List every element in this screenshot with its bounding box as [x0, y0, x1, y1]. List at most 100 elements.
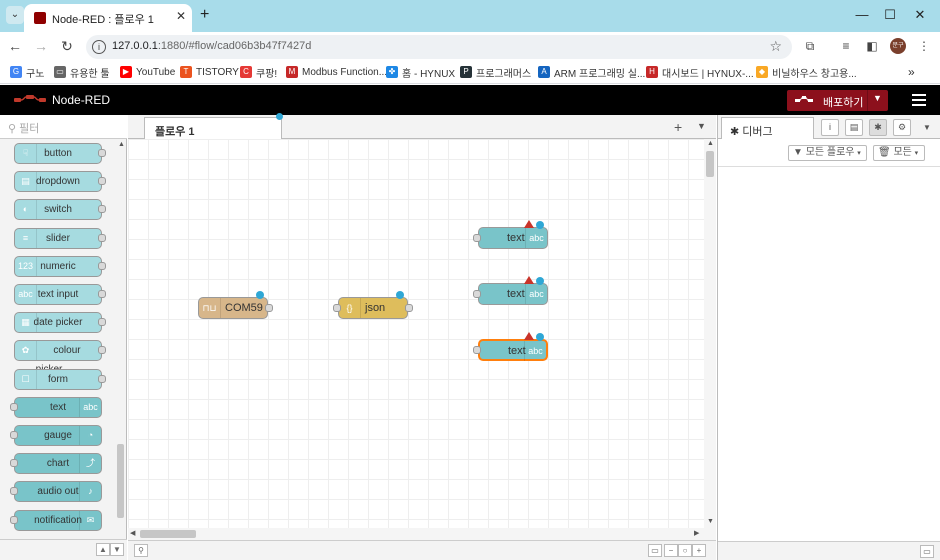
sidebar-menu-icon[interactable]: ▼: [923, 123, 931, 132]
bookmark-item[interactable]: C 쿠팡!: [240, 65, 278, 80]
help-tab-button[interactable]: ▤: [845, 119, 863, 136]
maximize-button[interactable]: ☐: [880, 6, 900, 24]
bookmark-item[interactable]: T TISTORY: [180, 65, 239, 79]
output-port[interactable]: [265, 304, 273, 312]
bookmark-label: ARM 프로그래밍 실...: [554, 68, 646, 80]
more-bookmarks-icon[interactable]: »: [908, 65, 915, 79]
close-window-button[interactable]: ✕: [910, 6, 930, 24]
profile-avatar[interactable]: 문구: [890, 38, 906, 54]
clear-messages-dropdown[interactable]: 🗑 모든 ▾: [873, 145, 925, 161]
palette-node[interactable]: ✿colour picker: [14, 340, 102, 375]
bookmark-label: Modbus Function...: [302, 66, 388, 78]
flow-node-ui-text[interactable]: abc text: [478, 227, 548, 249]
bookmark-item[interactable]: ◆ 비닐하우스 창고용...: [756, 65, 857, 80]
palette-node[interactable]: ☟ button: [14, 143, 102, 164]
browser-menu-icon[interactable]: ⋮: [916, 38, 932, 54]
node-port: [98, 205, 106, 214]
node-palette: ⚲ 필터 ☟ button ▤ dropdown ◐ switch ≡ slider 123 nu…: [0, 115, 127, 560]
debug-tab-button[interactable]: ✱: [869, 119, 887, 136]
new-tab-button[interactable]: +: [200, 6, 216, 24]
bookmark-favicon-icon: M: [286, 66, 298, 78]
navigator-button[interactable]: ▭: [648, 544, 662, 557]
output-port[interactable]: [405, 304, 413, 312]
palette-node[interactable]: abc text input: [14, 284, 102, 305]
flow-canvas[interactable]: ⊓⊔ COM59 {} json abc text abc text abc text: [128, 139, 704, 528]
expand-all-button[interactable]: ▼: [110, 543, 124, 556]
open-debug-window-button[interactable]: ▭: [920, 545, 934, 558]
palette-node[interactable]: ◔ gauge: [14, 425, 102, 446]
bookmark-item[interactable]: G 구노: [10, 65, 44, 80]
add-flow-button[interactable]: +: [674, 119, 682, 135]
palette-node[interactable]: ✉ notification: [14, 509, 102, 531]
bug-icon: ✱: [730, 126, 740, 138]
palette-node-label: form: [48, 373, 68, 385]
bookmark-item[interactable]: H 대시보드 | HYNUX-...: [646, 65, 754, 80]
node-type-icon: ⤴: [79, 454, 101, 474]
palette-node[interactable]: ◐ switch: [14, 199, 102, 221]
palette-node[interactable]: 123 numeric: [14, 255, 102, 277]
search-flows-button[interactable]: ⚲: [134, 544, 148, 557]
palette-node[interactable]: ☐ form: [14, 368, 102, 390]
canvas-hscroll-thumb[interactable]: [140, 530, 196, 538]
node-type-icon: ≡: [15, 228, 37, 248]
zoom-out-button[interactable]: −: [664, 544, 678, 557]
palette-node-label: slider: [46, 232, 70, 244]
close-tab-icon[interactable]: ✕: [176, 9, 186, 23]
palette-filter-input[interactable]: ⚲ 필터: [0, 115, 127, 139]
node-changed-dot: [536, 333, 544, 341]
tab-flow-1[interactable]: 플로우 1: [144, 117, 282, 140]
bookmark-star-icon[interactable]: ☆: [769, 38, 782, 55]
flow-node-json[interactable]: {} json: [338, 297, 408, 319]
tab-search-icon[interactable]: ⌄: [6, 6, 24, 24]
info-tab-button[interactable]: i: [821, 119, 839, 136]
palette-node[interactable]: ▦ date picker: [14, 312, 102, 334]
flow-node-ui-text[interactable]: abc text: [478, 339, 548, 361]
input-port[interactable]: [473, 290, 481, 298]
collapse-all-button[interactable]: ▲: [96, 543, 110, 556]
bookmark-item[interactable]: M Modbus Function...: [286, 65, 387, 79]
flow-list-icon[interactable]: ▼: [697, 121, 706, 131]
media-control-icon[interactable]: ≡: [838, 38, 854, 54]
input-port[interactable]: [333, 304, 341, 312]
canvas-horizontal-scrollbar[interactable]: ◀ ▶: [128, 528, 716, 540]
site-info-icon[interactable]: i: [92, 40, 106, 54]
node-type-icon: {}: [339, 298, 361, 318]
palette-node[interactable]: abc text: [14, 396, 102, 418]
palette-node[interactable]: ▤ dropdown: [14, 171, 102, 193]
palette-node[interactable]: ≡ slider: [14, 227, 102, 249]
browser-tab-title: Node-RED : 플로우 1: [52, 14, 154, 26]
extensions-icon[interactable]: ⧉: [802, 38, 818, 54]
minimize-button[interactable]: —: [852, 6, 872, 24]
address-bar[interactable]: i 127.0.0.1:1880/#flow/cad06b3b47f7427d …: [86, 35, 792, 59]
tab-debug[interactable]: ✱ 디버그: [721, 117, 814, 140]
deploy-button[interactable]: 배포하기 ▼: [787, 90, 888, 111]
main-menu-icon[interactable]: [912, 94, 926, 106]
bookmark-item[interactable]: P 프로그래머스: [460, 65, 531, 80]
zoom-reset-button[interactable]: ○: [678, 544, 692, 557]
forward-button[interactable]: →: [32, 37, 50, 55]
bookmark-label: 쿠팡!: [256, 68, 278, 80]
bookmark-item[interactable]: A ARM 프로그래밍 실...: [538, 65, 646, 80]
palette-scrollbar[interactable]: ▲: [115, 139, 127, 519]
debug-filter-dropdown[interactable]: ▼ 모든 플로우 ▾: [788, 145, 867, 161]
bookmark-item[interactable]: ▭ 유용한 툴: [54, 65, 110, 80]
canvas-vscroll-thumb[interactable]: [706, 151, 714, 177]
bookmark-item[interactable]: ✤ 홈 - HYNUX: [386, 65, 455, 80]
flow-node-serial-in[interactable]: ⊓⊔ COM59: [198, 297, 268, 319]
zoom-in-button[interactable]: +: [692, 544, 706, 557]
input-port[interactable]: [473, 346, 481, 354]
canvas-vertical-scrollbar[interactable]: ▲ ▼: [704, 139, 716, 528]
back-button[interactable]: ←: [6, 37, 24, 55]
browser-tab[interactable]: Node-RED : 플로우 1 ✕: [24, 4, 192, 32]
config-tab-button[interactable]: ⚙: [893, 119, 911, 136]
bookmark-item[interactable]: ▶ YouTube: [120, 65, 175, 79]
flow-workspace: 플로우 1 + ▼ ⊓⊔ COM59 {} json abc text abc text abc…: [128, 113, 716, 560]
side-panel-icon[interactable]: ◧: [864, 38, 880, 54]
input-port[interactable]: [473, 234, 481, 242]
flow-node-ui-text[interactable]: abc text: [478, 283, 548, 305]
palette-node[interactable]: ⤴ chart: [14, 453, 102, 475]
deploy-options-icon[interactable]: ▼: [873, 93, 882, 103]
palette-scroll-thumb[interactable]: [117, 444, 124, 518]
palette-node[interactable]: ♪ audio out: [14, 481, 102, 503]
reload-button[interactable]: ↻: [58, 37, 76, 55]
